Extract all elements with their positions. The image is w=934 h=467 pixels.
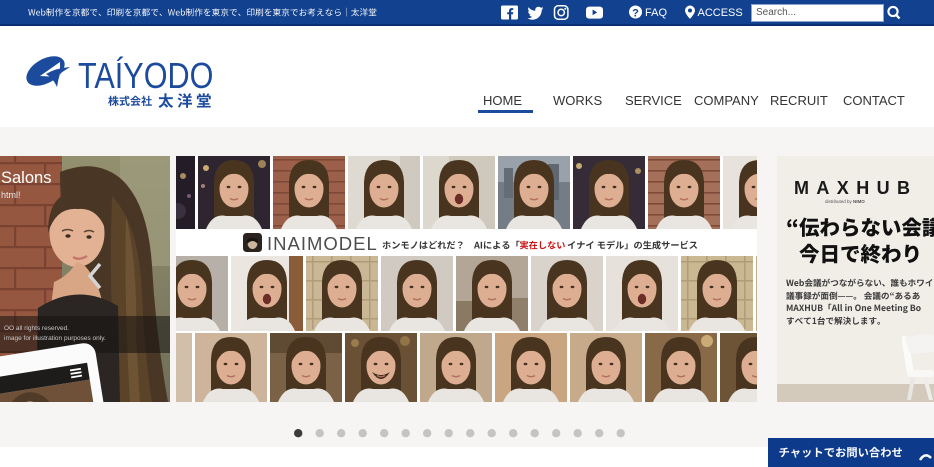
svg-text:OO all rights reserved.: OO all rights reserved. <box>4 325 69 332</box>
svg-text:image for illustration purpose: image for illustration purposes only. <box>4 335 106 342</box>
svg-text:distributed by NIMO: distributed by NIMO <box>825 199 865 204</box>
svg-text:FAQ: FAQ <box>645 7 667 19</box>
svg-text:INAIMODEL: INAIMODEL <box>267 233 378 254</box>
svg-text:Salons: Salons <box>1 169 51 187</box>
svg-text:html!: html! <box>1 190 21 200</box>
svg-text:?: ? <box>632 7 639 19</box>
svg-text:ACCESS: ACCESS <box>698 7 743 19</box>
